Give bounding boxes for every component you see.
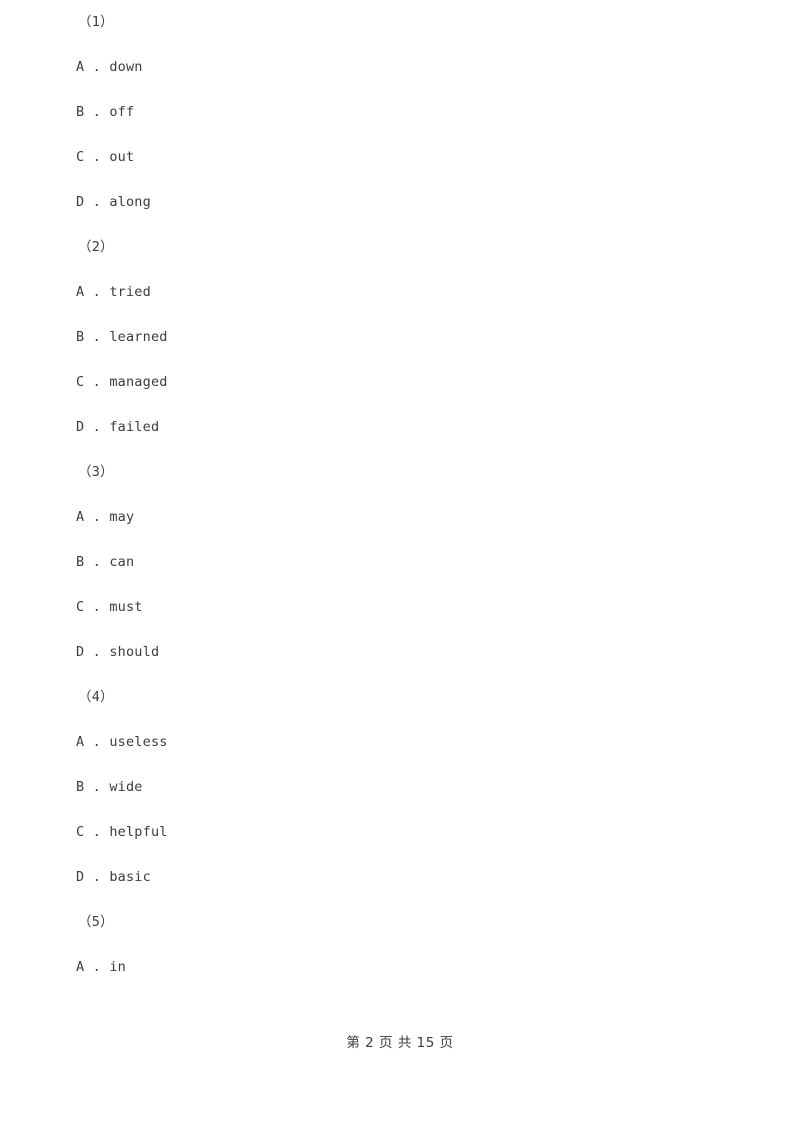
- answer-option[interactable]: D . failed: [0, 405, 800, 450]
- answer-option[interactable]: C . must: [0, 585, 800, 630]
- question-number-label: （3）: [78, 464, 114, 480]
- answer-option[interactable]: A . useless: [0, 720, 800, 765]
- option-separator: .: [84, 329, 110, 345]
- option-text: helpful: [109, 824, 168, 840]
- answer-option[interactable]: D . should: [0, 630, 800, 675]
- page-footer: 第 2 页 共 15 页: [346, 1035, 454, 1051]
- document-page: （1） A . down B . off C . out D . along （2） A .…: [0, 0, 800, 1132]
- question-block: （1） A . down B . off C . out D . along: [0, 0, 800, 225]
- question-number-label: （2）: [78, 239, 114, 255]
- option-text: wide: [109, 779, 143, 795]
- question-list: （1） A . down B . off C . out D . along （2） A .…: [0, 0, 800, 990]
- answer-option[interactable]: A . may: [0, 495, 800, 540]
- option-separator: .: [84, 104, 110, 120]
- question-number-label: （5）: [78, 914, 114, 930]
- question-block: （4） A . useless B . wide C . helpful D . bas…: [0, 675, 800, 900]
- option-text: down: [109, 59, 143, 75]
- option-separator: .: [84, 959, 110, 975]
- option-text: useless: [109, 734, 168, 750]
- option-text: must: [109, 599, 143, 615]
- option-separator: .: [84, 194, 110, 210]
- option-text: should: [109, 644, 160, 660]
- answer-option[interactable]: D . along: [0, 180, 800, 225]
- question-number-label: （1）: [78, 14, 114, 30]
- question-block: （2） A . tried B . learned C . managed D . fa…: [0, 225, 800, 450]
- option-text: can: [109, 554, 135, 570]
- question-number-label: （4）: [78, 689, 114, 705]
- option-separator: .: [84, 509, 110, 525]
- option-text: may: [109, 509, 135, 525]
- option-separator: .: [84, 869, 110, 885]
- option-text: tried: [109, 284, 151, 300]
- question-block: （5） A . in: [0, 900, 800, 990]
- answer-option[interactable]: A . down: [0, 45, 800, 90]
- option-separator: .: [84, 554, 110, 570]
- option-separator: .: [84, 374, 110, 390]
- option-separator: .: [84, 419, 110, 435]
- option-separator: .: [84, 734, 110, 750]
- option-text: learned: [109, 329, 168, 345]
- option-text: failed: [109, 419, 160, 435]
- option-separator: .: [84, 644, 110, 660]
- option-text: off: [109, 104, 135, 120]
- answer-option[interactable]: B . can: [0, 540, 800, 585]
- answer-option[interactable]: C . helpful: [0, 810, 800, 855]
- answer-option[interactable]: C . managed: [0, 360, 800, 405]
- option-text: in: [109, 959, 126, 975]
- option-text: managed: [109, 374, 168, 390]
- answer-option[interactable]: D . basic: [0, 855, 800, 900]
- answer-option[interactable]: B . off: [0, 90, 800, 135]
- answer-option[interactable]: B . learned: [0, 315, 800, 360]
- answer-option[interactable]: A . in: [0, 945, 800, 990]
- option-separator: .: [84, 824, 110, 840]
- option-text: along: [109, 194, 151, 210]
- question-block: （3） A . may B . can C . must D . should: [0, 450, 800, 675]
- option-text: basic: [109, 869, 151, 885]
- option-separator: .: [84, 149, 110, 165]
- answer-option[interactable]: C . out: [0, 135, 800, 180]
- option-text: out: [109, 149, 135, 165]
- option-separator: .: [84, 779, 110, 795]
- option-separator: .: [84, 284, 110, 300]
- answer-option[interactable]: B . wide: [0, 765, 800, 810]
- option-separator: .: [84, 599, 110, 615]
- option-separator: .: [84, 59, 110, 75]
- answer-option[interactable]: A . tried: [0, 270, 800, 315]
